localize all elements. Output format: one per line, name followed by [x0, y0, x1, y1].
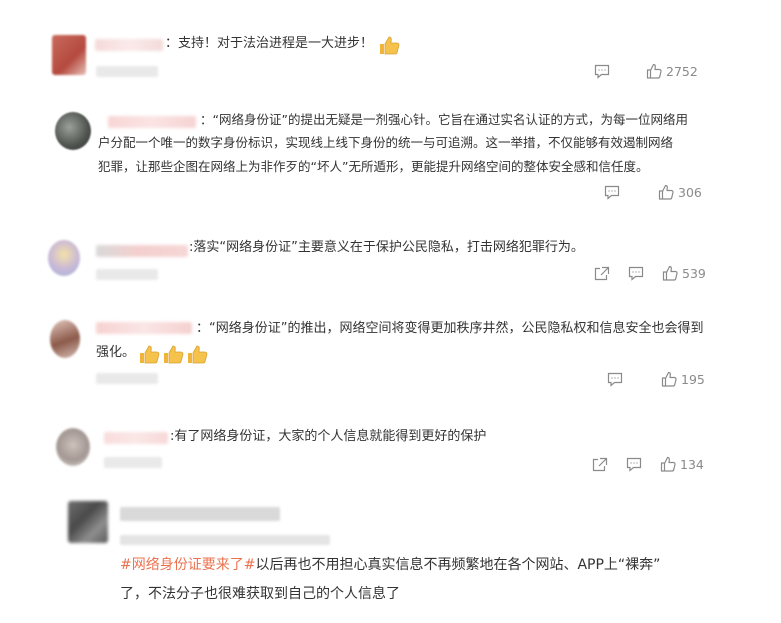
comment-3: :落实“网络身份证”主要意义在于保护公民隐私，打击网络犯罪行为。 539 — [0, 225, 781, 295]
like-button[interactable]: 539 — [662, 265, 706, 281]
topic-hashtag-link[interactable]: #网络身份证要来了# — [120, 557, 255, 573]
share-icon[interactable] — [594, 266, 610, 281]
comment-text-line-2: 强化。 — [96, 345, 136, 360]
like-button[interactable]: 134 — [660, 456, 704, 472]
like-count: 195 — [681, 371, 705, 387]
comment-icon[interactable] — [607, 372, 623, 387]
avatar[interactable] — [68, 501, 108, 543]
like-button[interactable]: 306 — [658, 184, 702, 200]
username-redacted[interactable] — [120, 507, 280, 521]
comment-icon[interactable] — [628, 266, 644, 281]
like-count: 2752 — [666, 63, 698, 79]
post-text-line-2: 了，不法分子也很难获取到自己的个人信息了 — [120, 586, 400, 602]
comment-actions: 539 — [594, 265, 706, 281]
post-text: 以后再也不用担心真实信息不再频繁地在各个网站、APP上“裸奔” — [255, 557, 661, 573]
like-icon — [662, 265, 678, 281]
comment-icon[interactable] — [626, 457, 642, 472]
username-redacted[interactable] — [96, 322, 192, 334]
comment-text-line-1: ：“网络身份证”的提出无疑是一剂强心针。它旨在通过实名认证的方式，为每一位网络用 — [200, 112, 688, 127]
timestamp-redacted — [96, 66, 158, 77]
comment-text-line-3: 犯罪，让那些企图在网络上为非作歹的“坏人”无所遁形，更能提升网络空间的整体安全感… — [98, 159, 649, 174]
avatar[interactable] — [55, 112, 91, 150]
thumbs-up-emoji-icon — [186, 344, 208, 368]
avatar[interactable] — [56, 428, 90, 466]
comment-1: ：支持！对于法治进程是一大进步！ 2752 — [0, 0, 781, 95]
timestamp-redacted — [96, 373, 158, 384]
timestamp-redacted — [104, 457, 162, 468]
comment-text: :有了网络身份证，大家的个人信息就能得到更好的保护 — [170, 429, 487, 444]
comment-2: ：“网络身份证”的提出无疑是一剂强心针。它旨在通过实名认证的方式，为每一位网络用… — [0, 95, 781, 215]
like-icon — [646, 63, 662, 79]
avatar[interactable] — [52, 35, 86, 75]
like-button[interactable]: 195 — [661, 371, 705, 387]
timestamp-redacted — [120, 535, 330, 545]
like-icon — [661, 371, 677, 387]
thumbs-up-emoji-icon — [378, 35, 400, 59]
like-count: 539 — [682, 265, 706, 281]
share-icon[interactable] — [592, 457, 608, 472]
comment-actions: 195 — [607, 371, 705, 387]
like-count: 306 — [678, 184, 702, 200]
comment-actions: 306 — [604, 184, 702, 200]
avatar[interactable] — [48, 240, 80, 276]
comment-icon[interactable] — [594, 64, 610, 79]
avatar[interactable] — [50, 320, 80, 358]
like-button[interactable]: 2752 — [646, 63, 698, 79]
comment-4: ：“网络身份证”的推出，网络空间将变得更加秩序井然，公民隐私权和信息安全也会得到… — [0, 305, 781, 400]
thumbs-up-emoji-icon — [138, 344, 160, 368]
comment-5: :有了网络身份证，大家的个人信息就能得到更好的保护 134 — [0, 415, 781, 490]
username-redacted[interactable] — [96, 245, 188, 257]
comment-6: #网络身份证要来了#以后再也不用担心真实信息不再频繁地在各个网站、APP上“裸奔… — [0, 495, 781, 623]
username-redacted[interactable] — [108, 116, 196, 128]
comment-text-line-1: ：“网络身份证”的推出，网络空间将变得更加秩序井然，公民隐私权和信息安全也会得到 — [196, 321, 704, 336]
comment-icon[interactable] — [604, 185, 620, 200]
comment-text-line-2: 户分配一个唯一的数字身份标识，实现线上线下身份的统一与可追溯。这一举措，不仅能够… — [98, 135, 674, 150]
like-icon — [660, 456, 676, 472]
post-text-line-1: #网络身份证要来了#以后再也不用担心真实信息不再频繁地在各个网站、APP上“裸奔… — [120, 553, 660, 577]
username-redacted[interactable] — [95, 39, 163, 51]
timestamp-redacted — [96, 269, 158, 280]
like-icon — [658, 184, 674, 200]
comment-actions: 134 — [592, 456, 704, 472]
comment-actions: 2752 — [594, 63, 698, 79]
comment-feed: ：支持！对于法治进程是一大进步！ 2752 ：“网络身份证”的提出无疑是一剂强心… — [0, 0, 781, 623]
thumbs-up-emoji-icon — [162, 344, 184, 368]
like-count: 134 — [680, 456, 704, 472]
comment-text: :落实“网络身份证”主要意义在于保护公民隐私，打击网络犯罪行为。 — [189, 240, 584, 255]
comment-text: ：支持！对于法治进程是一大进步！ — [165, 36, 374, 51]
username-redacted[interactable] — [104, 432, 168, 444]
